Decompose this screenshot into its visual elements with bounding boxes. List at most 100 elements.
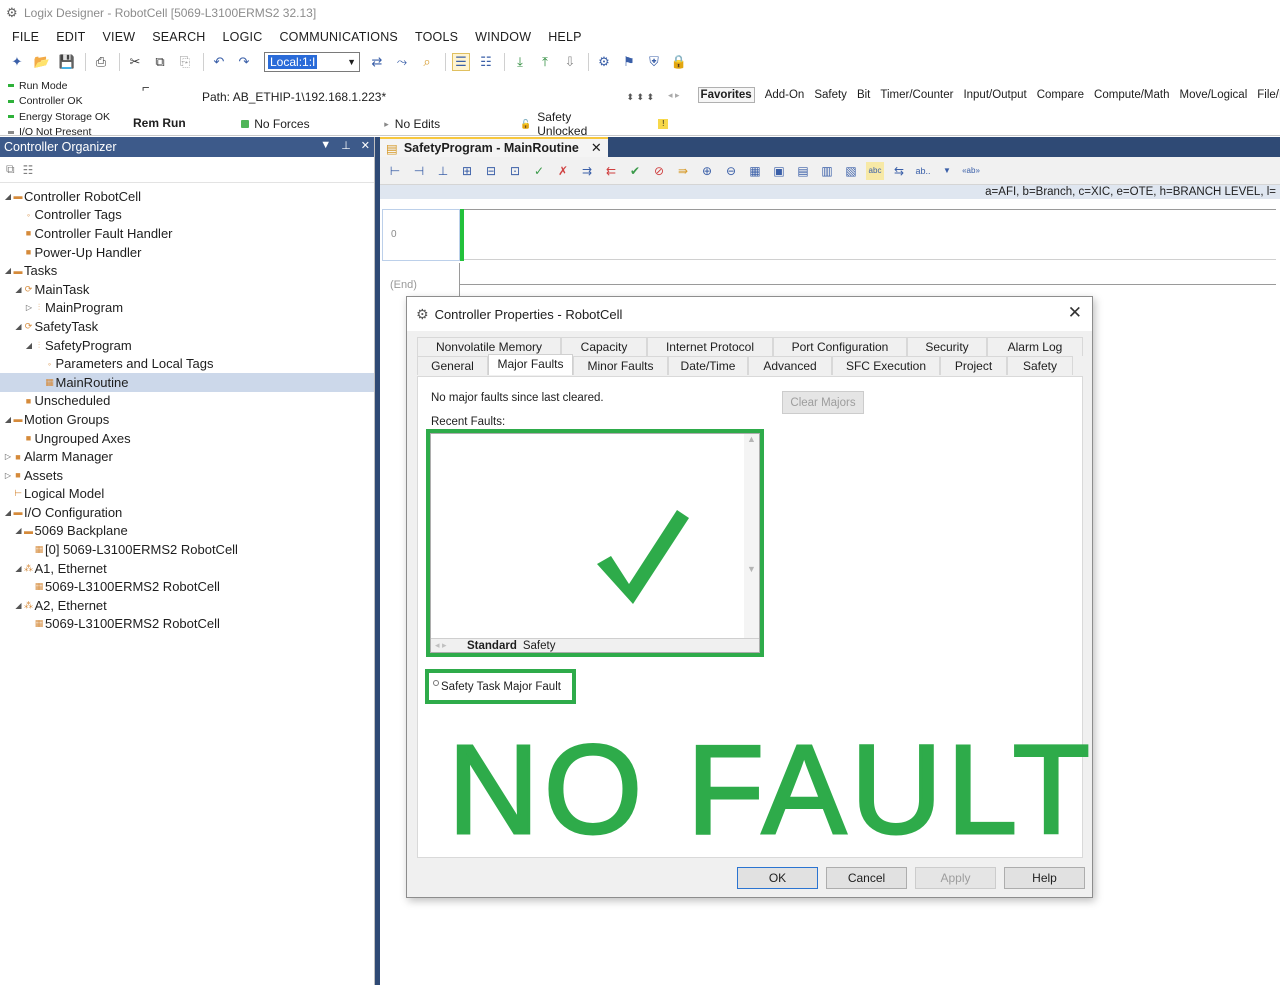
- cancel-button[interactable]: Cancel: [826, 867, 907, 889]
- tab-major-faults[interactable]: Major Faults: [488, 354, 573, 375]
- tab-general[interactable]: General: [417, 356, 488, 375]
- palette-tab-compute-math[interactable]: Compute/Math: [1094, 89, 1169, 101]
- tree-item[interactable]: ◢ ⟳ MainTask: [0, 280, 374, 299]
- ote-icon[interactable]: ⊡: [506, 162, 524, 180]
- xic-icon[interactable]: ⊞: [458, 162, 476, 180]
- tree-item[interactable]: ▷ ■ Alarm Manager: [0, 447, 374, 466]
- cut-icon[interactable]: ✂: [126, 53, 144, 71]
- view-options-icon[interactable]: ▦: [746, 162, 764, 180]
- pin-icon[interactable]: ⊥: [341, 139, 351, 152]
- tab-alarm-log[interactable]: Alarm Log: [987, 337, 1083, 356]
- expander-icon[interactable]: ◢: [25, 341, 33, 350]
- rung-0[interactable]: 0: [382, 209, 460, 261]
- find-icon[interactable]: ⌕: [418, 53, 436, 71]
- add-branch-icon[interactable]: ⊣: [410, 162, 428, 180]
- add-rung-icon[interactable]: ⊢: [386, 162, 404, 180]
- tab-sfc-execution[interactable]: SFC Execution: [832, 356, 940, 375]
- expander-icon[interactable]: ◢: [4, 192, 12, 201]
- vertical-scrollbar[interactable]: ▲ ▼: [744, 434, 759, 640]
- expander-icon[interactable]: ◢: [4, 415, 12, 424]
- tree-item[interactable]: ◢ ▬ Motion Groups: [0, 410, 374, 429]
- xio-icon[interactable]: ⊟: [482, 162, 500, 180]
- menu-view[interactable]: VIEW: [102, 30, 135, 44]
- expander-icon[interactable]: ◢: [15, 601, 23, 610]
- expander-icon[interactable]: ◢: [4, 266, 12, 275]
- tab-project[interactable]: Project: [940, 356, 1007, 375]
- undo-icon[interactable]: ↶: [210, 53, 228, 71]
- tab-safety-faults[interactable]: Safety: [523, 640, 556, 652]
- swap-icon[interactable]: ⇆: [890, 162, 908, 180]
- tree-item[interactable]: ■ Controller Fault Handler: [0, 224, 374, 243]
- error-rung-icon[interactable]: ✗: [554, 162, 572, 180]
- bookmark-prev-icon[interactable]: ▥: [818, 162, 836, 180]
- tree-item[interactable]: ◢ ▬ 5069 Backplane: [0, 522, 374, 541]
- help-button[interactable]: Help: [1004, 867, 1085, 889]
- verify-controller-icon[interactable]: ☷: [477, 53, 495, 71]
- comm-path-dropdown[interactable]: Local:1:I ▼: [264, 52, 360, 72]
- tag-description-icon[interactable]: abc: [866, 161, 884, 180]
- new-project-icon[interactable]: ✦: [8, 53, 26, 71]
- menu-communications[interactable]: COMMUNICATIONS: [279, 30, 398, 44]
- bookmark-next-icon[interactable]: ▤: [794, 162, 812, 180]
- download-icon[interactable]: ⤓: [511, 53, 529, 71]
- redo-icon[interactable]: ↷: [235, 53, 253, 71]
- safety-status[interactable]: 🔓 Safety Unlocked !: [520, 110, 668, 138]
- add-branch-level-icon[interactable]: ⊥: [434, 162, 452, 180]
- untest-edits-icon[interactable]: ⊘: [650, 162, 668, 180]
- menu-help[interactable]: HELP: [548, 30, 581, 44]
- palette-tab-input-output[interactable]: Input/Output: [963, 89, 1026, 101]
- bookmark-clear-icon[interactable]: ▧: [842, 162, 860, 180]
- expander-icon[interactable]: ◢: [15, 322, 23, 331]
- go-online-icon[interactable]: ⇄: [368, 53, 386, 71]
- bookmark-icon[interactable]: ▣: [770, 162, 788, 180]
- path-bar[interactable]: Path: AB_ETHIP-1\192.168.1.223* ⬍ ⬍ ⬍: [190, 86, 668, 108]
- tree-item[interactable]: ■ Power-Up Handler: [0, 243, 374, 262]
- palette-tab-file-misc[interactable]: File/Misc: [1257, 89, 1280, 101]
- ok-button[interactable]: OK: [737, 867, 818, 889]
- tree-item[interactable]: ◦ Parameters and Local Tags: [0, 354, 374, 373]
- expander-icon[interactable]: ◢: [15, 564, 23, 573]
- palette-tab-move-logical[interactable]: Move/Logical: [1179, 89, 1247, 101]
- palette-tab-timer-counter[interactable]: Timer/Counter: [880, 89, 953, 101]
- verify-rung-icon[interactable]: ✓: [530, 162, 548, 180]
- tree-item[interactable]: ▷ ⫶ MainProgram: [0, 299, 374, 318]
- tree-item[interactable]: ▦ 5069-L3100ERMS2 RobotCell: [0, 577, 374, 596]
- expander-icon[interactable]: ▷: [25, 303, 33, 312]
- tab-date-time[interactable]: Date/Time: [668, 356, 748, 375]
- expand-all-icon[interactable]: ☷: [23, 163, 34, 177]
- expander-icon[interactable]: ▷: [4, 452, 12, 461]
- save-icon[interactable]: 💾: [58, 53, 76, 71]
- tab-standard[interactable]: Standard: [467, 640, 517, 652]
- tab-safety[interactable]: Safety: [1007, 356, 1073, 375]
- menu-search[interactable]: SEARCH: [152, 30, 205, 44]
- expander-icon[interactable]: ◢: [15, 285, 23, 294]
- lock-icon[interactable]: 🔒: [670, 53, 688, 71]
- tree-item[interactable]: ▦ [0] 5069-L3100ERMS2 RobotCell: [0, 540, 374, 559]
- tree-item[interactable]: ▦ MainRoutine: [0, 372, 374, 392]
- palette-tab-safety[interactable]: Safety: [814, 89, 847, 101]
- verify-routine-icon[interactable]: ☰: [452, 53, 470, 71]
- safety-icon[interactable]: ⛨: [645, 53, 663, 71]
- paste-icon[interactable]: ⎘: [176, 53, 194, 71]
- tab-internet-protocol[interactable]: Internet Protocol: [647, 337, 773, 356]
- tab-advanced[interactable]: Advanced: [748, 356, 832, 375]
- tab-safety-main-routine[interactable]: ▤ SafetyProgram - MainRoutine ✕: [380, 137, 608, 157]
- palette-scroll-icon[interactable]: ◂ ▸: [668, 90, 680, 101]
- expander-icon[interactable]: ◢: [4, 508, 12, 517]
- tab-port-configuration[interactable]: Port Configuration: [773, 337, 907, 356]
- menu-file[interactable]: FILE: [12, 30, 39, 44]
- tab-scroll-icon[interactable]: ◂ ▸: [431, 640, 467, 651]
- tree-item[interactable]: ◢ ⁂ A1, Ethernet: [0, 559, 374, 578]
- tab-capacity[interactable]: Capacity: [561, 337, 647, 356]
- tree-item[interactable]: ◢ ⟳ SafetyTask: [0, 317, 374, 336]
- palette-tab-favorites[interactable]: Favorites: [697, 87, 755, 103]
- open-folder-icon[interactable]: 📂: [33, 53, 51, 71]
- forces-status[interactable]: No Forces: [190, 117, 384, 131]
- tab-security[interactable]: Security: [907, 337, 987, 356]
- comment-icon[interactable]: «ab»: [962, 162, 980, 180]
- tree-item[interactable]: ▦ 5069-L3100ERMS2 RobotCell: [0, 615, 374, 634]
- tree-item[interactable]: ◢ ⁂ A2, Ethernet: [0, 596, 374, 615]
- close-tab-icon[interactable]: ✕: [591, 140, 602, 156]
- expander-icon[interactable]: ▷: [4, 471, 12, 480]
- panel-menu-icon[interactable]: ▼: [320, 139, 331, 152]
